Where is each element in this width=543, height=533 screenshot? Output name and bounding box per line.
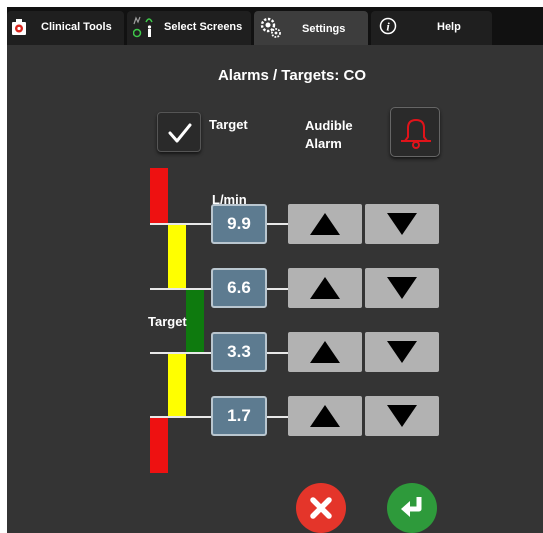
settings-screen: Clinical Tools Select Screens Settings i… [7,7,543,533]
tab-label: Clinical Tools [41,21,112,33]
arrow-down-icon [387,341,417,363]
lower-alarm-zone-bar [150,418,168,473]
cancel-button[interactable] [296,483,346,533]
upper-alarm-zone-bar [150,168,168,223]
audible-alarm-button[interactable] [390,107,440,157]
tab-label: Help [437,21,461,33]
bell-icon [401,119,431,149]
audible-alarm-label: Audible Alarm [305,117,353,153]
upper-alarm-increase-button[interactable] [288,204,362,244]
target-zone-label: Target [148,314,187,329]
cancel-x-icon [310,497,332,519]
lower-target-limit-value[interactable]: 3.3 [211,332,267,372]
enter-return-icon [401,497,422,517]
arrow-down-icon [387,213,417,235]
lower-caution-zone-bar [168,354,186,416]
svg-text:i: i [386,20,390,34]
upper-alarm-limit-value[interactable]: 9.9 [211,204,267,244]
medical-kit-icon [12,19,26,38]
arrow-up-icon [310,277,340,299]
tab-select-screens[interactable]: Select Screens [127,11,251,45]
target-checkbox[interactable] [157,112,201,152]
target-label: Target [209,117,248,132]
arrow-up-icon [310,341,340,363]
checkmark-icon [168,123,192,143]
upper-target-increase-button[interactable] [288,268,362,308]
tab-bar: Clinical Tools Select Screens Settings i… [7,7,543,45]
lower-target-decrease-button[interactable] [365,332,439,372]
lower-alarm-decrease-button[interactable] [365,396,439,436]
audible-alarm-label-line2: Alarm [305,136,342,151]
upper-caution-zone-bar [168,225,186,288]
arrow-up-icon [310,405,340,427]
audible-alarm-label-line1: Audible [305,118,353,133]
lower-alarm-limit-value[interactable]: 1.7 [211,396,267,436]
info-icon: i [379,17,397,38]
screen-select-icon [132,15,157,44]
gear-icon [259,16,283,43]
arrow-up-icon [310,213,340,235]
tab-clinical-tools[interactable]: Clinical Tools [7,11,124,45]
page-title: Alarms / Targets: CO [217,67,367,84]
tab-help[interactable]: i Help [371,11,492,45]
upper-target-decrease-button[interactable] [365,268,439,308]
lower-target-increase-button[interactable] [288,332,362,372]
lower-alarm-increase-button[interactable] [288,396,362,436]
tab-label: Settings [302,23,346,35]
upper-alarm-decrease-button[interactable] [365,204,439,244]
tab-label: Select Screens [164,21,243,33]
target-zone-bar [186,290,204,352]
confirm-button[interactable] [387,483,437,533]
arrow-down-icon [387,405,417,427]
arrow-down-icon [387,277,417,299]
upper-target-limit-value[interactable]: 6.6 [211,268,267,308]
tab-settings[interactable]: Settings [254,11,368,45]
